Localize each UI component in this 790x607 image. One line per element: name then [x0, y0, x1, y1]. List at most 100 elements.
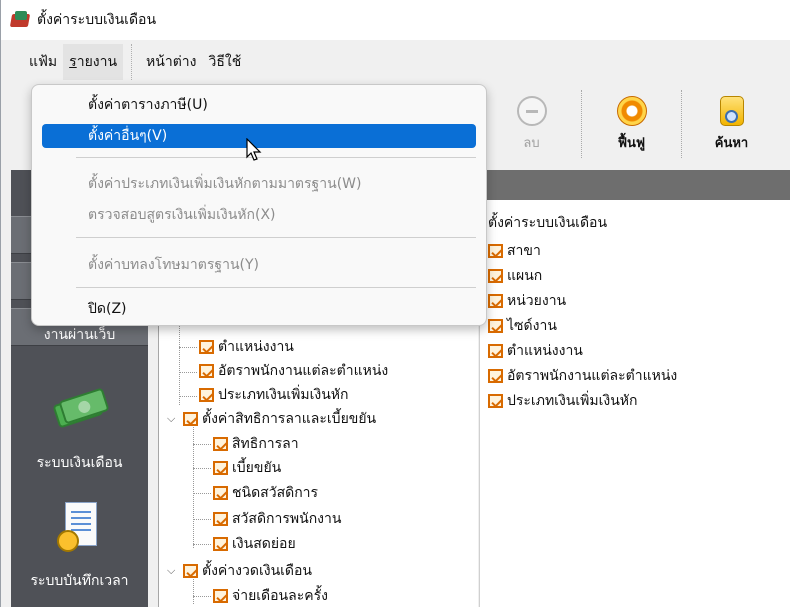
settings-list: ตั้งค่าระบบเงินเดือน สาขา แผนก หน่วยงาน …: [479, 200, 790, 607]
menu-group-main: แฟ้ม รายงาน: [11, 44, 131, 80]
tree-group-label: ตั้งค่างวดเงินเดือน: [202, 563, 312, 579]
settings-node-icon: [199, 364, 214, 378]
tree-branch: [193, 596, 211, 597]
tree-item[interactable]: ตำแหน่งงาน: [199, 336, 294, 358]
tree-group[interactable]: ⌵ ตั้งค่างวดเงินเดือน: [167, 560, 312, 582]
settings-node-icon: [488, 394, 503, 408]
menu-help[interactable]: วิธีใช้: [203, 44, 248, 80]
tree-item[interactable]: ประเภทเงินเพิ่มเงินหัก: [199, 384, 349, 406]
menu-separator: [76, 157, 476, 158]
menu-item-verify-formula[interactable]: ตรวจสอบสูตรเงินเพิ่มเงินหัก(X): [42, 203, 476, 227]
chevron-down-icon[interactable]: ⌵: [167, 412, 181, 426]
timesheet-icon[interactable]: [57, 502, 101, 556]
settings-node-icon: [199, 340, 214, 354]
menu-separator: [76, 287, 476, 288]
menu-item-standard-deductions[interactable]: ตั้งค่าประเภทเงินเพิ่มเงินหักตามมาตรฐาน(…: [42, 172, 476, 196]
tree-item-label: อัตราพนักงานแต่ละตำแหน่ง: [218, 363, 389, 379]
tree-item-label: สิทธิการลา: [232, 436, 299, 452]
list-item-label: ตำแหน่งงาน: [507, 343, 583, 359]
search-button[interactable]: ค้นหา: [681, 90, 781, 158]
settings-node-icon: [488, 344, 503, 358]
list-item[interactable]: ประเภทเงินเพิ่มเงินหัก: [488, 390, 638, 412]
settings-node-icon: [199, 388, 214, 402]
delete-label: ลบ: [523, 136, 540, 151]
list-item-label: หน่วยงาน: [507, 293, 567, 309]
delete-button[interactable]: ลบ: [481, 90, 581, 158]
settings-node-icon: [488, 369, 503, 383]
list-item-label: แผนก: [507, 268, 543, 284]
tree-item-label: เบี้ยขยัน: [232, 460, 282, 476]
tree-item[interactable]: เงินสดย่อย: [213, 533, 296, 555]
nav-timekeeping-label[interactable]: ระบบบันทึกเวลา: [11, 570, 148, 592]
settings-node-icon: [183, 564, 198, 578]
menu-report-label: ายงาน: [76, 54, 118, 70]
settings-node-icon: [488, 319, 503, 333]
menu-report-mnemonic: ร: [69, 54, 77, 70]
settings-node-icon: [213, 589, 228, 603]
list-item[interactable]: อัตราพนักงานแต่ละตำแหน่ง: [488, 365, 677, 387]
list-item[interactable]: สาขา: [488, 240, 541, 262]
tree-item[interactable]: สวัสดิการพนักงาน: [213, 508, 341, 530]
app-logo-icon: [9, 11, 31, 29]
app-window: ตั้งค่าระบบเงินเดือน แฟ้ม รายงาน หน้าต่า…: [0, 0, 790, 607]
menu-group-secondary: หน้าต่าง วิธีใช้: [131, 44, 255, 80]
tree-item-label: เงินสดย่อย: [232, 536, 296, 552]
tree-branch: [193, 493, 211, 494]
chevron-down-icon[interactable]: ⌵: [167, 564, 181, 578]
menu-item-tax-table[interactable]: ตั้งค่าตารางภาษี(U): [42, 93, 476, 117]
tree-branch: [193, 444, 211, 445]
list-item[interactable]: ตำแหน่งงาน: [488, 340, 583, 362]
list-item[interactable]: หน่วยงาน: [488, 290, 566, 312]
tree-item-label: ประเภทเงินเพิ่มเงินหัก: [218, 387, 349, 403]
tree-item[interactable]: เบี้ยขยัน: [213, 457, 281, 479]
tree-item[interactable]: สิทธิการลา: [213, 433, 299, 455]
settings-node-icon: [213, 461, 228, 475]
settings-node-icon: [488, 244, 503, 258]
nav-web-label: งานผ่านเว็บ: [43, 327, 116, 343]
tree-branch: [193, 544, 211, 545]
menu-report[interactable]: รายงาน: [63, 44, 124, 80]
list-item-label: ไซด์งาน: [507, 318, 557, 334]
tree-branch: [179, 347, 197, 348]
window-title: ตั้งค่าระบบเงินเดือน: [37, 12, 157, 28]
tree-branch: [179, 396, 197, 397]
section-header: [479, 170, 790, 200]
tree-branch: [193, 519, 211, 520]
settings-node-icon: [213, 437, 228, 451]
toolbar: ลบ ฟื้นฟู ค้นหา: [481, 90, 790, 158]
tree-item-label: ชนิดสวัสดิการ: [232, 485, 319, 501]
menu-file[interactable]: แฟ้ม: [23, 44, 63, 80]
menu-window[interactable]: หน้าต่าง: [140, 44, 202, 80]
tree-branch: [193, 468, 211, 469]
search-icon: [719, 96, 744, 126]
tree-item[interactable]: อัตราพนักงานแต่ละตำแหน่ง: [199, 360, 388, 382]
settings-node-icon: [488, 294, 503, 308]
tree-line: [193, 420, 194, 548]
money-icon[interactable]: [52, 387, 110, 429]
settings-node-icon: [213, 537, 228, 551]
menu-bar: แฟ้ม รายงาน หน้าต่าง วิธีใช้: [11, 44, 255, 80]
list-item-label: สาขา: [507, 243, 541, 259]
settings-node-icon: [213, 512, 228, 526]
tree-group[interactable]: ⌵ ตั้งค่าสิทธิการลาและเบี้ยขยัน: [167, 408, 376, 430]
menu-item-close[interactable]: ปิด(Z): [42, 297, 476, 321]
tree-item-label: ตำแหน่งงาน: [218, 339, 294, 355]
settings-node-icon: [488, 269, 503, 283]
delete-icon: [516, 96, 547, 126]
report-dropdown-menu: ตั้งค่าตารางภาษี(U) ตั้งค่าอื่นๆ(V) ตั้ง…: [31, 84, 487, 326]
list-item-label: อัตราพนักงานแต่ละตำแหน่ง: [507, 368, 678, 384]
list-item[interactable]: แผนก: [488, 265, 542, 287]
list-item[interactable]: ไซด์งาน: [488, 315, 557, 337]
tree-item-label: สวัสดิการพนักงาน: [232, 511, 342, 527]
nav-payroll-label[interactable]: ระบบเงินเดือน: [11, 452, 148, 474]
tree-item[interactable]: ชนิดสวัสดิการ: [213, 482, 318, 504]
restore-button[interactable]: ฟื้นฟู: [581, 90, 681, 158]
restore-icon: [616, 96, 647, 126]
tree-item-label: จ่ายเดือนละครั้ง: [232, 588, 328, 604]
tree-branch: [179, 372, 197, 373]
settings-node-icon: [183, 412, 198, 426]
search-label: ค้นหา: [714, 136, 749, 151]
menu-item-standard-penalties[interactable]: ตั้งค่าบทลงโทษมาตรฐาน(Y): [42, 253, 476, 277]
restore-label: ฟื้นฟู: [617, 136, 646, 151]
tree-item[interactable]: จ่ายเดือนละครั้ง: [213, 585, 328, 607]
